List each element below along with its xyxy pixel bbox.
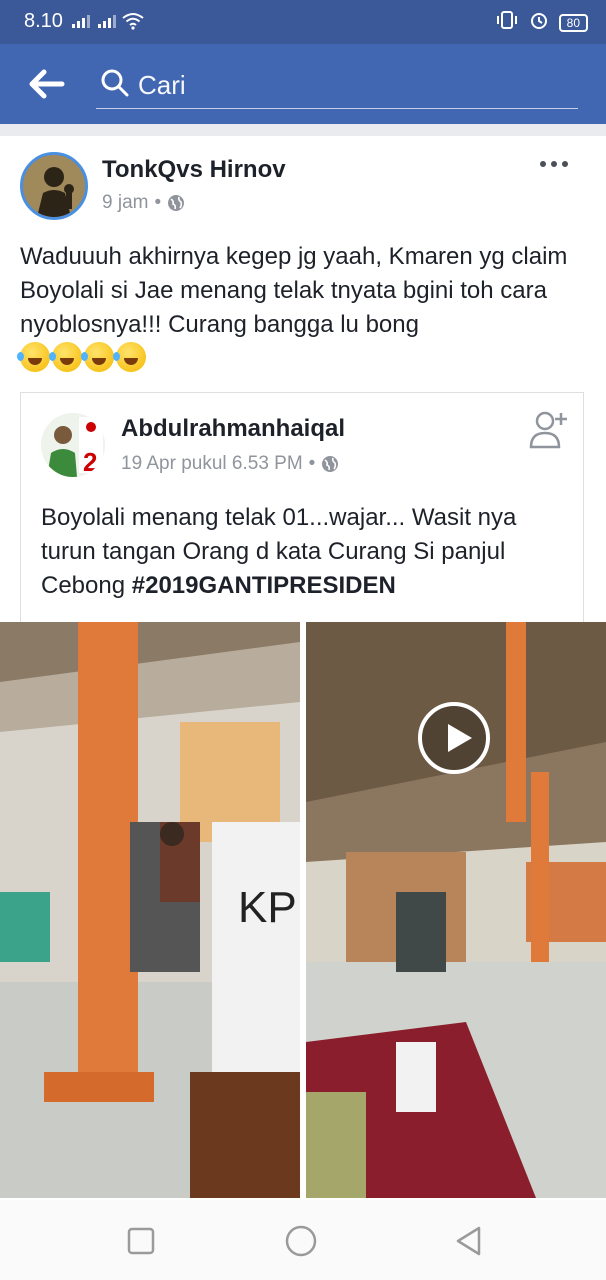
- laughing-emoji-icon: [113, 342, 146, 372]
- globe-icon: [168, 195, 185, 211]
- kpu-label: KPU: [238, 883, 300, 932]
- status-time: 8.10: [24, 10, 63, 32]
- globe-icon: [322, 456, 339, 472]
- laughing-emoji-icon: [17, 342, 50, 372]
- hashtag-link[interactable]: #2019GANTIPRESIDEN: [132, 572, 396, 599]
- add-friend-button[interactable]: [529, 409, 569, 449]
- status-bar: 8.10 80: [0, 0, 606, 44]
- laughing-emoji-icon: [81, 342, 114, 372]
- laughing-emoji-icon: [49, 342, 82, 372]
- home-button[interactable]: [284, 1224, 318, 1258]
- post-meta: 9 jam •: [102, 192, 185, 214]
- laughing-emojis: [17, 342, 146, 372]
- add-friend-icon: [529, 411, 567, 449]
- shared-post-meta: 19 Apr pukul 6.53 PM •: [121, 453, 339, 475]
- alarm-icon: [529, 10, 549, 35]
- recent-apps-icon: [127, 1227, 155, 1255]
- search-box[interactable]: [96, 62, 578, 109]
- search-bar: [0, 44, 606, 124]
- post-card: TonkQvs Hirnov 9 jam • Waduuuh akhirnya …: [0, 136, 606, 1200]
- more-icon: [540, 161, 546, 167]
- system-nav-bar: [0, 1200, 606, 1280]
- shared-post-text: Boyolali menang telak 01...wajar... Wasi…: [41, 504, 517, 599]
- post-text: Waduuuh akhirnya kegep jg yaah, Kmaren y…: [20, 243, 568, 338]
- video-thumbnail[interactable]: KPU: [0, 622, 606, 1198]
- author-name[interactable]: TonkQvs Hirnov: [102, 156, 286, 184]
- play-icon[interactable]: [418, 702, 490, 774]
- back-arrow-icon: [29, 69, 65, 99]
- search-input[interactable]: [138, 68, 558, 102]
- battery-icon: 80: [558, 13, 588, 32]
- back-button[interactable]: [28, 66, 68, 102]
- recent-apps-button[interactable]: [124, 1224, 158, 1258]
- search-icon: [101, 69, 129, 97]
- signal-icon: [72, 14, 118, 28]
- vibrate-icon: [495, 10, 519, 35]
- video-frame-left: KPU: [0, 622, 300, 1198]
- nav-back-icon: [456, 1226, 481, 1256]
- author-avatar[interactable]: [20, 152, 88, 220]
- home-icon: [285, 1225, 317, 1257]
- shared-post[interactable]: 2 Abdulrahmanhaiqal 19 Apr pukul 6.53 PM…: [20, 392, 584, 622]
- nav-back-button[interactable]: [452, 1224, 486, 1258]
- avatar-badge: 2: [83, 447, 97, 477]
- meta-separator: •: [154, 192, 162, 213]
- shared-post-time[interactable]: 19 Apr pukul 6.53 PM: [121, 453, 303, 475]
- wifi-icon: [122, 12, 144, 30]
- shared-author-name[interactable]: Abdulrahmanhaiqal: [121, 415, 345, 443]
- shared-author-avatar[interactable]: 2: [41, 413, 105, 477]
- more-options-button[interactable]: [540, 154, 576, 174]
- post-time[interactable]: 9 jam: [102, 192, 148, 214]
- meta-separator: •: [308, 453, 316, 474]
